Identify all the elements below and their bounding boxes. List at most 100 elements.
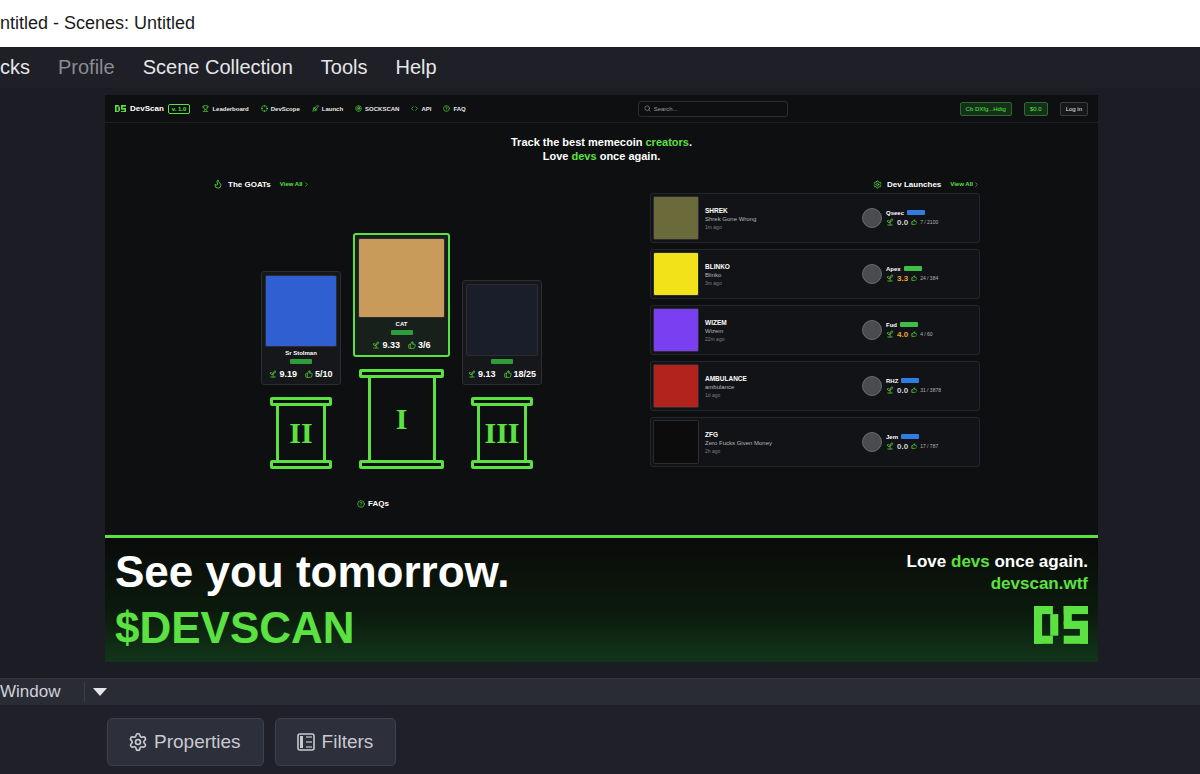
nav-link[interactable]: DevScope bbox=[261, 105, 300, 112]
dock-header: Window bbox=[0, 678, 1200, 705]
pillar-numeral: II bbox=[276, 406, 326, 460]
chevron-right-icon bbox=[303, 181, 310, 188]
token-name: Wizem bbox=[705, 328, 856, 334]
sprout-icon bbox=[886, 442, 894, 450]
nav-link[interactable]: SOCKSCAN bbox=[355, 105, 399, 112]
podium-place: Sr Stolman9.195/10 II bbox=[261, 271, 341, 469]
wallet-button[interactable]: Cb DXfg...Hdtg bbox=[960, 102, 1012, 116]
token-ticker: BLINKO bbox=[705, 263, 856, 270]
sprout-icon bbox=[468, 370, 476, 378]
section-header: The GOATsView All bbox=[213, 177, 558, 191]
banner-url: devscan.wtf bbox=[991, 574, 1088, 594]
dev-info: Jem0.017 / 787 bbox=[862, 432, 977, 452]
dev-card[interactable]: CAT9.333/6 bbox=[353, 233, 450, 357]
token-info: WIZEMWizem22m ago bbox=[705, 319, 856, 342]
dev-details: Jem0.017 / 787 bbox=[886, 434, 938, 451]
dock-title: Window bbox=[0, 682, 60, 702]
trials: 18/25 bbox=[504, 369, 537, 379]
dev-badge bbox=[391, 330, 413, 335]
dev-avatar bbox=[862, 208, 882, 228]
thumbs-up-icon bbox=[911, 331, 917, 337]
banner-ticker: $DEVSCAN bbox=[115, 602, 509, 654]
nav-link[interactable]: Leaderboard bbox=[202, 105, 248, 112]
launch-row[interactable]: ZFGZero Fucks Given Money2h agoJem0.017 … bbox=[650, 417, 980, 467]
obs-window: ntitled - Scenes: Untitled cks Profile Scen… bbox=[0, 0, 1200, 774]
menu-item[interactable]: Scene Collection bbox=[143, 56, 293, 79]
filters-button[interactable]: Filters bbox=[275, 718, 397, 766]
title-bar: ntitled - Scenes: Untitled bbox=[0, 0, 1200, 47]
login-button[interactable]: Log in bbox=[1060, 102, 1088, 116]
thumbs-up-icon bbox=[504, 370, 512, 378]
menu-item[interactable]: Help bbox=[396, 56, 437, 79]
dev-avatar bbox=[265, 275, 337, 347]
view-all-link[interactable]: View All bbox=[950, 181, 980, 188]
dev-count: 17 / 787 bbox=[920, 443, 938, 449]
nav-link[interactable]: FAQ bbox=[443, 105, 465, 112]
dev-count: 24 / 384 bbox=[920, 275, 938, 281]
flame-icon bbox=[213, 179, 223, 189]
view-all-link[interactable]: View All bbox=[280, 181, 310, 188]
menu-item[interactable]: Tools bbox=[321, 56, 368, 79]
dev-avatar bbox=[466, 284, 538, 356]
nav-link[interactable]: Launch bbox=[312, 105, 343, 112]
site-logo[interactable]: DevScanv. 1.0 bbox=[115, 104, 190, 114]
hero-segment: creators bbox=[646, 136, 689, 148]
nav-left: DevScanv. 1.0 Leaderboard DevScope Launch SO… bbox=[115, 104, 466, 114]
sprout-icon bbox=[269, 370, 277, 378]
dev-score: 3.3 bbox=[897, 274, 908, 283]
faqs-heading[interactable]: FAQs bbox=[283, 499, 463, 508]
token-info: BLINKOBlinko3m ago bbox=[705, 263, 856, 286]
banner-left: See you tomorrow.$DEVSCAN bbox=[115, 544, 509, 656]
dev-score: 0.0 bbox=[897, 218, 908, 227]
dev-card[interactable]: Sr Stolman9.195/10 bbox=[261, 271, 341, 385]
dev-stats: 9.195/10 bbox=[269, 367, 332, 381]
nav-link[interactable]: API bbox=[411, 105, 431, 112]
token-name: Blinko bbox=[705, 272, 856, 278]
trials: 5/10 bbox=[305, 369, 333, 379]
search-icon bbox=[644, 105, 651, 112]
token-age: 22m ago bbox=[705, 336, 856, 342]
dev-stats: 0.031 / 3878 bbox=[886, 386, 941, 395]
launch-row[interactable]: AMBULANCEambulance1d agoRHZ0.031 / 3878 bbox=[650, 361, 980, 411]
dev-name: RHZ bbox=[886, 378, 941, 384]
dev-name: Fud bbox=[886, 322, 933, 328]
preview-area: DevScanv. 1.0 Leaderboard DevScope Launch SO… bbox=[0, 88, 1200, 678]
tagline-segment: devs bbox=[951, 552, 990, 571]
thumbs-up-icon bbox=[408, 341, 416, 349]
nav-link-icon bbox=[355, 105, 362, 112]
launch-row[interactable]: WIZEMWizem22m agoFud4.04 / 60 bbox=[650, 305, 980, 355]
hero-segment: . bbox=[689, 136, 692, 148]
dev-name: Apex bbox=[886, 266, 938, 272]
dock-dropdown[interactable] bbox=[84, 682, 114, 702]
hero-line: Love devs once again. bbox=[105, 149, 1098, 163]
goats-section: The GOATsView All Sr Stolman9.195/10 II CAT… bbox=[213, 177, 558, 508]
hero-segment: once again. bbox=[597, 150, 661, 162]
dev-stats: 3.3 24 / 384 bbox=[886, 274, 938, 283]
token-ticker: SHREK bbox=[705, 207, 856, 214]
search-field[interactable]: Search... bbox=[638, 101, 788, 117]
podium-pillar: III bbox=[471, 397, 533, 469]
source-toolbar: PropertiesFilters bbox=[0, 705, 1200, 774]
dev-details: Apex 3.3 24 / 384 bbox=[886, 266, 938, 283]
dev-score: 4.0 bbox=[897, 330, 908, 339]
thumbs-up-icon bbox=[911, 387, 917, 393]
dev-card[interactable]: 9.1318/25 bbox=[462, 280, 542, 385]
pillar-numeral: I bbox=[368, 378, 436, 460]
dev-count: 7 / 2100 bbox=[920, 219, 938, 225]
podium-place: CAT9.333/6 I bbox=[353, 233, 450, 469]
balance-button[interactable]: $0.0 bbox=[1024, 102, 1048, 116]
menu-item[interactable]: Profile bbox=[58, 56, 115, 79]
token-image bbox=[653, 252, 699, 296]
launch-row[interactable]: BLINKOBlinko3m agoApex3.324 / 384 bbox=[650, 249, 980, 299]
main-content: The GOATsView All Sr Stolman9.195/10 II CAT… bbox=[105, 177, 1098, 508]
promo-banner: See you tomorrow.$DEVSCANLove devs once … bbox=[105, 535, 1098, 662]
dev-stats: 9.333/6 bbox=[372, 338, 430, 352]
dev-name: Jem bbox=[886, 434, 938, 440]
token-image bbox=[653, 364, 699, 408]
launches-section: Dev LaunchesView AllSHREKShrek Gone Wron… bbox=[650, 177, 980, 467]
properties-button[interactable]: Properties bbox=[107, 718, 264, 766]
launch-row[interactable]: SHREKShrek Gone Wrong1m agoQseec0.07 / 2… bbox=[650, 193, 980, 243]
dev-stats: 9.1318/25 bbox=[468, 367, 536, 381]
devscan-logo-icon bbox=[1034, 606, 1088, 644]
menu-item[interactable]: cks bbox=[0, 56, 30, 79]
